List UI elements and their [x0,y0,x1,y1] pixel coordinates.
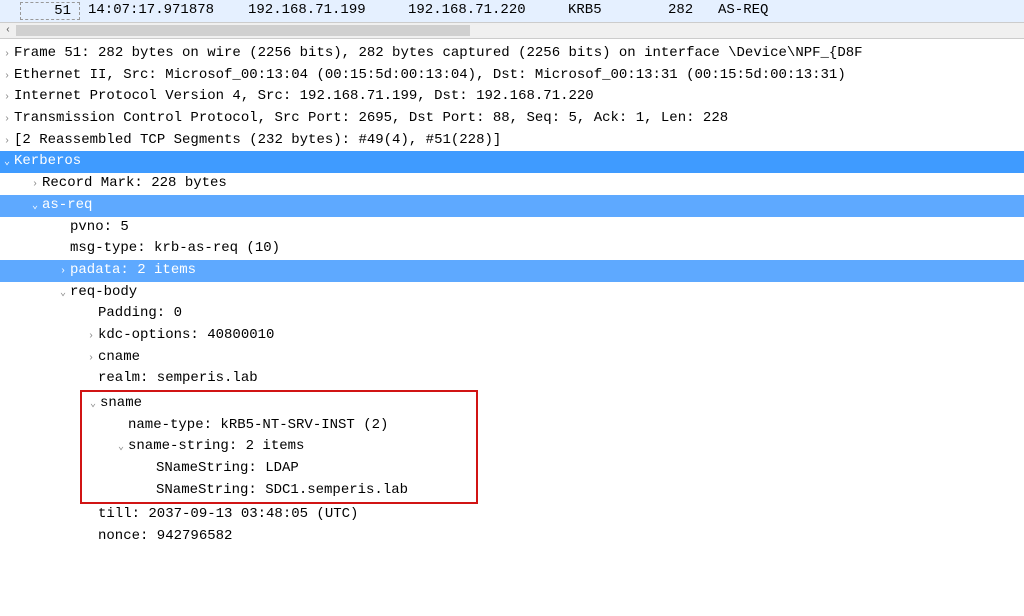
tree-nonce[interactable]: · nonce: 942796582 [0,526,1024,548]
tree-label: kdc-options: 40800010 [98,325,274,347]
scrollbar-thumb[interactable] [16,25,470,36]
packet-col-proto: KRB5 [560,2,660,20]
highlight-box-sname: ⌄ sname · name-type: kRB5-NT-SRV-INST (2… [80,390,478,504]
tree-sname[interactable]: ⌄ sname [82,393,476,415]
packet-list: 51 14:07:17.971878 192.168.71.199 192.16… [0,0,1024,23]
tree-req-body[interactable]: ⌄ req-body [0,282,1024,304]
tree-ethernet[interactable]: › Ethernet II, Src: Microsof_00:13:04 (0… [0,65,1024,87]
chevron-down-icon[interactable]: ⌄ [86,397,100,413]
tree-record-mark[interactable]: › Record Mark: 228 bytes [0,173,1024,195]
packet-details: › Frame 51: 282 bytes on wire (2256 bits… [0,39,1024,548]
tree-label: sname-string: 2 items [128,436,304,458]
tree-label: name-type: kRB5-NT-SRV-INST (2) [128,415,388,437]
tree-label: Padding: 0 [98,303,182,325]
spacer-icon: · [56,242,70,258]
chevron-right-icon[interactable]: › [0,112,14,128]
chevron-right-icon[interactable]: › [0,47,14,63]
tree-ip[interactable]: › Internet Protocol Version 4, Src: 192.… [0,86,1024,108]
tree-label: nonce: 942796582 [98,526,232,548]
spacer-icon: · [84,508,98,524]
tree-label: SNameString: LDAP [156,458,299,480]
chevron-down-icon[interactable]: ⌄ [114,440,128,456]
tree-label: Transmission Control Protocol, Src Port:… [14,108,728,130]
spacer-icon: · [84,530,98,546]
spacer-icon: · [142,462,156,478]
tree-label: Ethernet II, Src: Microsof_00:13:04 (00:… [14,65,846,87]
tree-till[interactable]: · till: 2037-09-13 03:48:05 (UTC) [0,504,1024,526]
tree-label: padata: 2 items [70,260,196,282]
tree-label: till: 2037-09-13 03:48:05 (UTC) [98,504,358,526]
tree-label: cname [98,347,140,369]
spacer-icon: · [114,419,128,435]
tree-msg-type[interactable]: · msg-type: krb-as-req (10) [0,238,1024,260]
tree-label: Record Mark: 228 bytes [42,173,227,195]
spacer-icon: · [84,307,98,323]
chevron-right-icon[interactable]: › [0,69,14,85]
tree-label: pvno: 5 [70,217,129,239]
tree-label: req-body [70,282,137,304]
chevron-right-icon[interactable]: › [0,134,14,150]
chevron-right-icon[interactable]: › [84,351,98,367]
tree-padata[interactable]: › padata: 2 items [0,260,1024,282]
chevron-down-icon[interactable]: ⌄ [0,155,14,171]
tree-label: [2 Reassembled TCP Segments (232 bytes):… [14,130,501,152]
tree-cname[interactable]: › cname [0,347,1024,369]
tree-frame[interactable]: › Frame 51: 282 bytes on wire (2256 bits… [0,43,1024,65]
packet-col-time: 14:07:17.971878 [80,2,240,20]
scroll-left-icon[interactable]: ‹ [0,23,16,38]
chevron-right-icon[interactable]: › [84,329,98,345]
tree-label: sname [100,393,142,415]
tree-label: realm: semperis.lab [98,368,258,390]
tree-name-type[interactable]: · name-type: kRB5-NT-SRV-INST (2) [82,415,476,437]
chevron-down-icon[interactable]: ⌄ [28,199,42,215]
packet-col-dst: 192.168.71.220 [400,2,560,20]
tree-sname-item[interactable]: · SNameString: SDC1.semperis.lab [82,480,476,502]
tree-as-req[interactable]: ⌄ as-req [0,195,1024,217]
packet-row[interactable]: 51 14:07:17.971878 192.168.71.199 192.16… [0,0,1024,22]
chevron-right-icon[interactable]: › [56,264,70,280]
tree-kerberos[interactable]: ⌄ Kerberos [0,151,1024,173]
horizontal-scrollbar[interactable]: ‹ [0,23,1024,39]
tree-realm[interactable]: · realm: semperis.lab [0,368,1024,390]
packet-col-no: 51 [20,2,80,20]
tree-label: Kerberos [14,151,81,173]
packet-col-src: 192.168.71.199 [240,2,400,20]
packet-col-info: AS-REQ [710,2,1024,20]
chevron-down-icon[interactable]: ⌄ [56,286,70,302]
tree-label: Frame 51: 282 bytes on wire (2256 bits),… [14,43,863,65]
tree-tcp[interactable]: › Transmission Control Protocol, Src Por… [0,108,1024,130]
spacer-icon: · [56,221,70,237]
tree-sname-string[interactable]: ⌄ sname-string: 2 items [82,436,476,458]
tree-label: SNameString: SDC1.semperis.lab [156,480,408,502]
tree-sname-item[interactable]: · SNameString: LDAP [82,458,476,480]
tree-padding[interactable]: · Padding: 0 [0,303,1024,325]
spacer-icon: · [142,484,156,500]
tree-pvno[interactable]: · pvno: 5 [0,217,1024,239]
tree-kdc-options[interactable]: › kdc-options: 40800010 [0,325,1024,347]
packet-col-len: 282 [660,2,710,20]
tree-reassembled[interactable]: › [2 Reassembled TCP Segments (232 bytes… [0,130,1024,152]
spacer-icon: · [84,372,98,388]
chevron-right-icon[interactable]: › [28,177,42,193]
tree-label: Internet Protocol Version 4, Src: 192.16… [14,86,594,108]
scrollbar-track[interactable] [16,25,1024,36]
tree-label: as-req [42,195,92,217]
tree-label: msg-type: krb-as-req (10) [70,238,280,260]
chevron-right-icon[interactable]: › [0,90,14,106]
